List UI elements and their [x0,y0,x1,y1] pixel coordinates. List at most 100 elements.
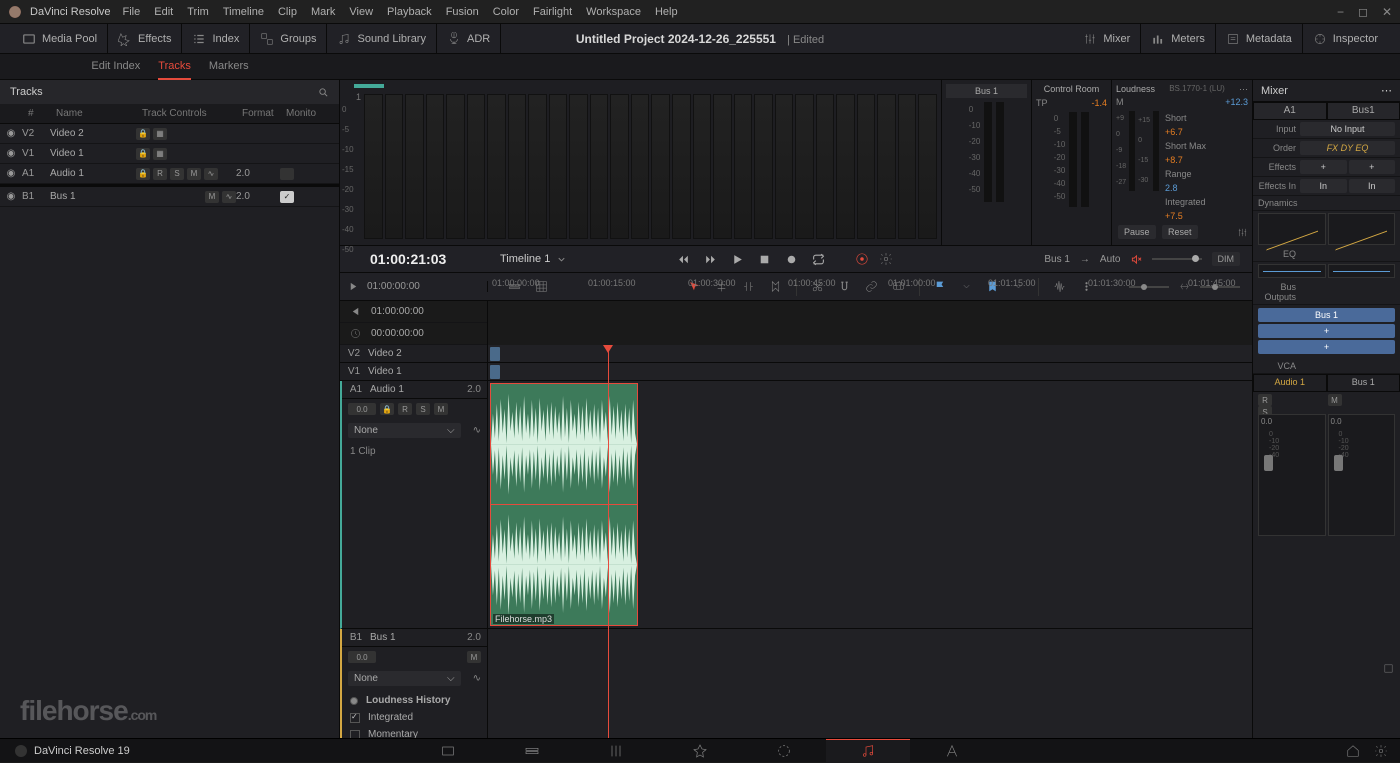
menu-trim[interactable]: Trim [187,6,209,18]
tab-edit-index[interactable]: Edit Index [91,54,140,80]
visibility-icon[interactable]: ◉ [0,148,22,159]
mixer-button[interactable]: Mixer [1073,24,1141,54]
visibility-icon[interactable]: ◉ [0,191,22,202]
maximize-icon[interactable]: ◻ [1358,5,1368,19]
go-start-icon[interactable] [348,281,359,292]
metadata-button[interactable]: Metadata [1216,24,1303,54]
automation-icon[interactable] [855,252,869,266]
more-icon[interactable]: ⋯ [1381,84,1392,97]
play-icon[interactable] [731,253,744,266]
menu-help[interactable]: Help [655,6,678,18]
loudness-pause-button[interactable]: Pause [1118,225,1156,239]
mixer-tab-a1[interactable]: A1 [1253,102,1327,120]
track-row[interactable]: ◉ V2 Video 2 🔒▦ [0,124,339,144]
mute-button[interactable]: M [467,651,481,663]
track-header-v2[interactable]: V2Video 2 [340,345,487,363]
mixer-effects-in[interactable]: In [1300,179,1347,193]
menu-color[interactable]: Color [493,6,519,18]
menu-view[interactable]: View [349,6,373,18]
lock-icon[interactable]: 🔒 [136,148,150,160]
mixer-tab-bus1[interactable]: Bus1 [1327,102,1400,120]
menu-mark[interactable]: Mark [311,6,335,18]
loudness-history-radio[interactable] [350,697,358,705]
filmstrip-icon[interactable]: ▦ [153,148,167,160]
track-row[interactable]: ◉ B1 Bus 1 M∿ 2.0 ✓ [0,187,339,207]
filmstrip-icon[interactable]: ▦ [153,128,167,140]
flag-solid-icon[interactable] [934,280,947,293]
fader-knob[interactable] [1334,455,1343,471]
page-cut[interactable] [490,739,574,763]
fader-bus1[interactable]: 0.00-10-20-40 [1328,414,1396,536]
page-edit[interactable] [574,739,658,763]
waveform-icon[interactable] [1053,280,1066,293]
chevron-down-icon[interactable] [961,281,972,292]
loudness-reset-button[interactable]: Reset [1162,225,1198,239]
audio-clip[interactable]: Filehorse.mp3 [490,383,638,626]
curve-icon[interactable]: ∿ [204,168,218,180]
bus-effect-none[interactable]: None [354,673,378,684]
pointer-icon[interactable] [688,280,701,293]
chevron-down-icon[interactable]: ⌵ [447,425,455,436]
visibility-icon[interactable]: ◉ [0,128,22,139]
arm-button[interactable]: R [398,403,412,415]
mixer-add-bus[interactable]: + [1258,324,1395,338]
mute-button[interactable]: M [434,403,448,415]
volume-mute-icon[interactable] [1131,254,1142,265]
dim-button[interactable]: DIM [1212,252,1241,266]
visibility-icon[interactable]: ◉ [0,168,22,179]
bookmark-icon[interactable] [986,280,999,293]
trim-icon[interactable] [742,280,755,293]
effects-button[interactable]: Effects [108,24,182,54]
meters-button[interactable]: Meters [1141,24,1216,54]
loop-icon[interactable] [812,253,825,266]
mixer-add-effect[interactable]: + [1300,160,1347,174]
page-deliver[interactable] [910,739,994,763]
mixer-bus-output[interactable]: Bus 1 [1258,308,1395,322]
bus-gain[interactable]: 0.0 [348,651,376,663]
momentary-checkbox[interactable] [350,730,360,739]
zoom-slider-vertical[interactable] [1129,286,1169,288]
menu-fusion[interactable]: Fusion [446,6,479,18]
solo-button[interactable]: S [170,168,184,180]
menu-fairlight[interactable]: Fairlight [533,6,572,18]
auto-label[interactable]: Auto [1100,254,1121,265]
marker-icon[interactable] [769,280,782,293]
media-pool-button[interactable]: Media Pool [12,24,108,54]
track-header-a1[interactable]: A1Audio 12.0 0.0 🔒 R S M None⌵∿ 1 Clip [340,381,487,629]
solo-button[interactable]: S [416,403,430,415]
menu-timeline[interactable]: Timeline [223,6,264,18]
mixer-effects-in[interactable]: In [1349,179,1396,193]
mixer-dynamics-graph[interactable] [1253,211,1400,247]
timeline-track-v1[interactable] [488,363,1252,381]
go-end-icon[interactable] [350,306,361,317]
close-icon[interactable]: ✕ [1382,5,1392,19]
timeline-view-icon[interactable] [508,280,521,293]
zoom-fit-icon[interactable] [1179,281,1190,292]
fast-forward-icon[interactable] [704,253,717,266]
record-icon[interactable] [785,253,798,266]
mixer-eq-graph[interactable] [1253,262,1400,280]
track-effect-none[interactable]: None [354,425,378,436]
curve-icon[interactable]: ∿ [467,673,487,684]
track-gain[interactable]: 0.0 [348,403,376,415]
timeline-track-a1[interactable]: Filehorse.mp3 [488,381,1252,629]
settings-icon[interactable] [1237,227,1248,238]
curve-icon[interactable]: ∿ [467,425,487,436]
grid-icon[interactable] [535,280,548,293]
gear-icon[interactable] [1374,744,1388,758]
track-header-v1[interactable]: V1Video 1 [340,363,487,381]
minimize-icon[interactable]: − [1337,5,1344,19]
monitor-checkbox[interactable]: ✓ [280,191,294,203]
home-icon[interactable] [1346,744,1360,758]
lock-icon[interactable]: 🔒 [136,128,150,140]
lock-icon[interactable]: 🔒 [136,168,150,180]
menu-playback[interactable]: Playback [387,6,432,18]
tab-tracks[interactable]: Tracks [158,54,191,80]
track-header-b1[interactable]: B1Bus 12.0 0.0 M None⌵∿ Loudness History… [340,629,487,738]
clock-icon[interactable] [350,328,361,339]
playhead[interactable] [608,345,609,738]
monitor-checkbox[interactable] [280,168,294,180]
video-clip[interactable] [490,365,500,379]
page-color[interactable] [742,739,826,763]
more-icon[interactable] [1080,280,1093,293]
